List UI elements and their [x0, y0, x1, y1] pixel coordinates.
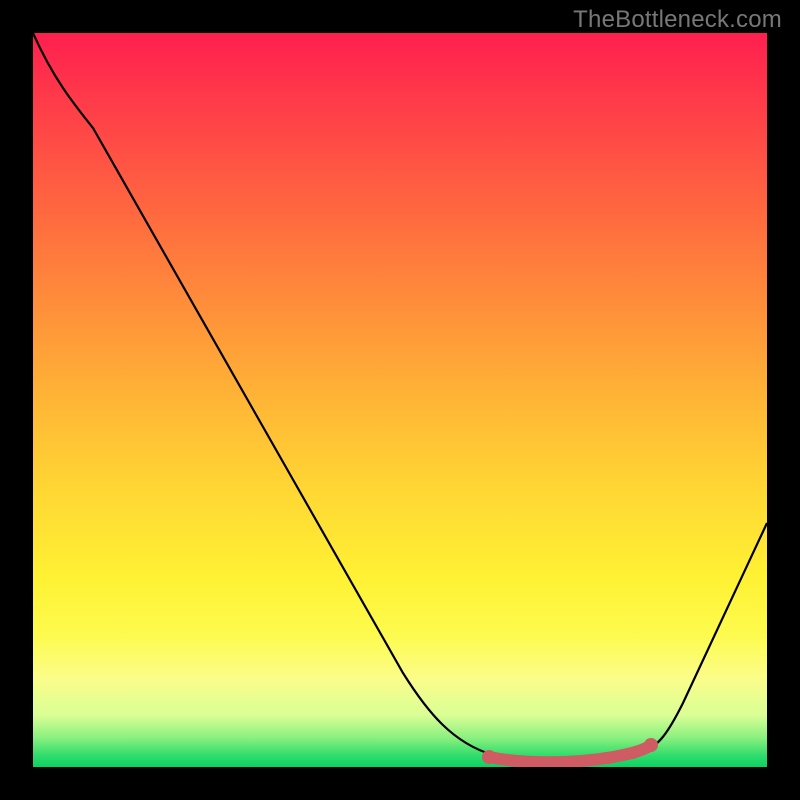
plot-area [33, 33, 767, 767]
optimal-start-dot [482, 750, 496, 764]
curve-overlay [33, 33, 767, 767]
optimal-bead [602, 752, 614, 764]
chart-frame: TheBottleneck.com [0, 0, 800, 800]
optimal-end-dot [644, 738, 658, 752]
attribution-text: TheBottleneck.com [573, 6, 782, 34]
bottleneck-curve [33, 33, 767, 762]
optimal-bead [627, 747, 639, 759]
